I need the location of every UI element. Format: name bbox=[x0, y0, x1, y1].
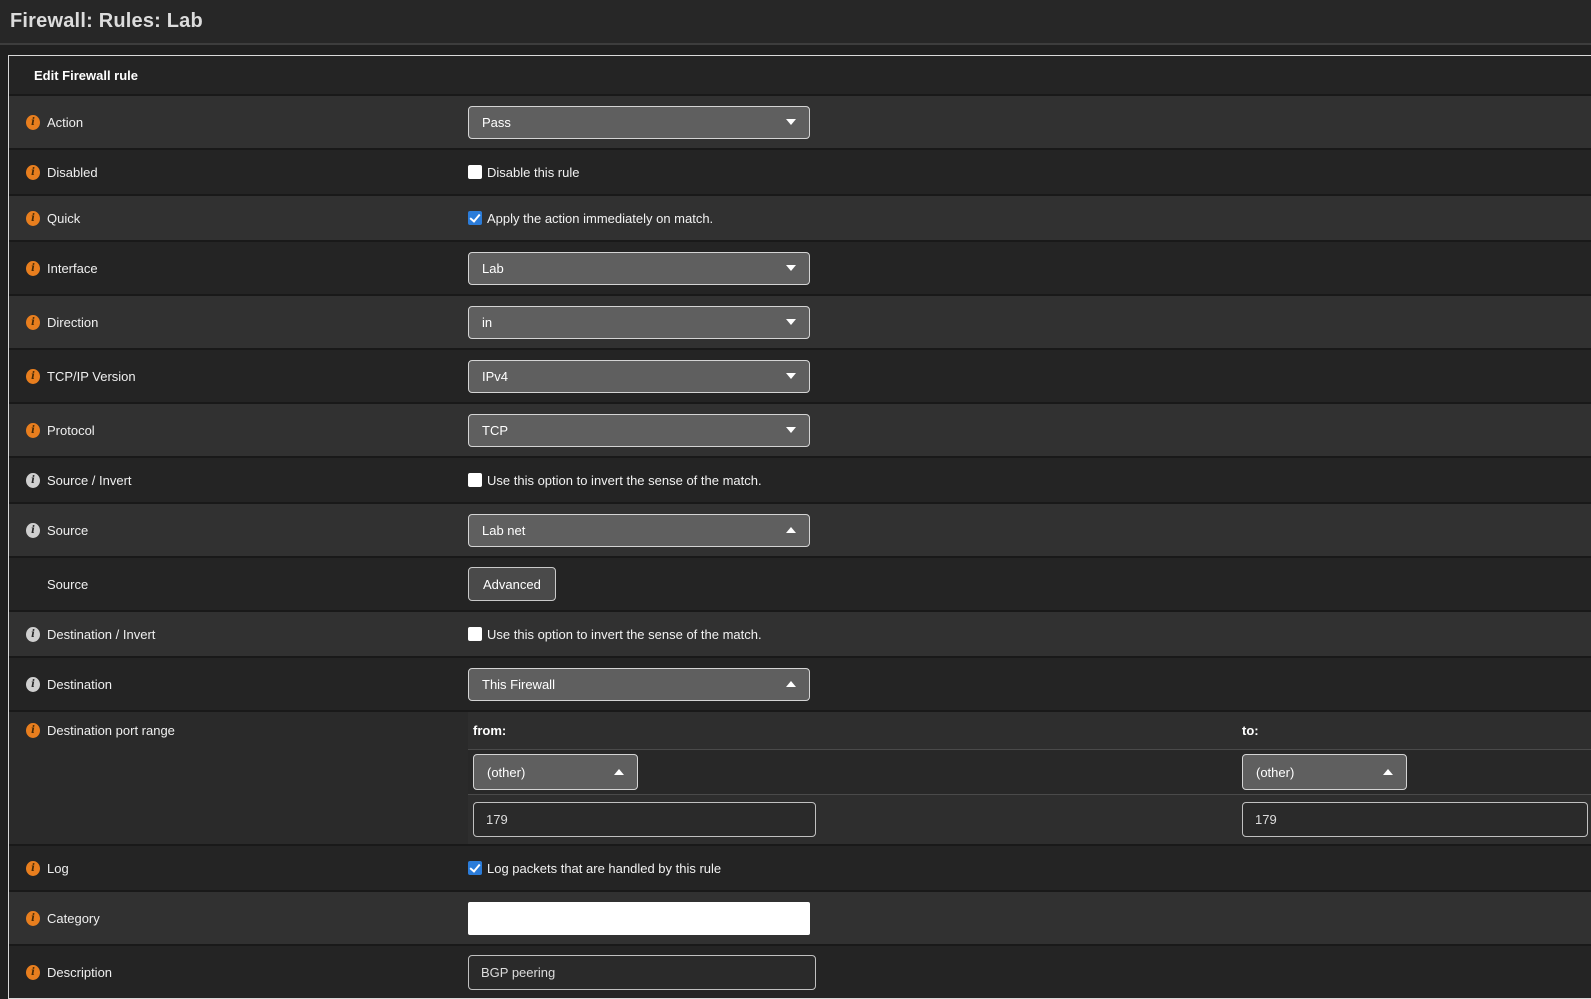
info-icon[interactable] bbox=[26, 261, 40, 276]
page-title: Firewall: Rules: Lab bbox=[10, 10, 203, 33]
disabled-checkbox-label: Disable this rule bbox=[487, 165, 580, 180]
ip-version-select-value: IPv4 bbox=[482, 369, 508, 384]
disabled-checkbox[interactable] bbox=[468, 165, 482, 179]
quick-checkbox[interactable] bbox=[468, 211, 482, 225]
info-icon[interactable] bbox=[26, 315, 40, 330]
field-label-destination-invert: Destination / Invert bbox=[47, 627, 155, 642]
source-advanced-button[interactable]: Advanced bbox=[468, 567, 556, 601]
source-invert-checkbox-label: Use this option to invert the sense of t… bbox=[487, 473, 762, 488]
field-label-interface: Interface bbox=[47, 261, 98, 276]
form-row-direction: Direction in bbox=[9, 294, 1591, 348]
info-icon[interactable] bbox=[26, 115, 40, 130]
info-icon[interactable] bbox=[26, 627, 40, 642]
chevron-up-icon bbox=[786, 527, 796, 533]
info-icon[interactable] bbox=[26, 523, 40, 538]
destination-invert-checkbox-label: Use this option to invert the sense of t… bbox=[487, 627, 762, 642]
panel-title: Edit Firewall rule bbox=[9, 56, 1591, 94]
port-from-input[interactable] bbox=[473, 802, 816, 837]
info-icon[interactable] bbox=[26, 911, 40, 926]
form-row-disabled: Disabled Disable this rule bbox=[9, 148, 1591, 194]
field-label-disabled: Disabled bbox=[47, 165, 98, 180]
category-input[interactable] bbox=[468, 902, 810, 935]
form-row-log: Log Log packets that are handled by this… bbox=[9, 844, 1591, 890]
log-checkbox[interactable] bbox=[468, 861, 482, 875]
field-label-quick: Quick bbox=[47, 211, 80, 226]
description-input[interactable] bbox=[468, 955, 816, 990]
info-icon[interactable] bbox=[26, 211, 40, 226]
chevron-down-icon bbox=[786, 319, 796, 325]
form-row-destination-invert: Destination / Invert Use this option to … bbox=[9, 610, 1591, 656]
port-from-select[interactable]: (other) bbox=[473, 754, 638, 790]
form-row-description: Description bbox=[9, 944, 1591, 998]
protocol-select[interactable]: TCP bbox=[468, 414, 810, 447]
field-label-destination-port-range: Destination port range bbox=[47, 723, 175, 738]
form-row-destination: Destination This Firewall bbox=[9, 656, 1591, 710]
direction-select-value: in bbox=[482, 315, 492, 330]
protocol-select-value: TCP bbox=[482, 423, 508, 438]
field-label-direction: Direction bbox=[47, 315, 98, 330]
chevron-up-icon bbox=[786, 681, 796, 687]
source-select-value: Lab net bbox=[482, 523, 525, 538]
port-to-select-value: (other) bbox=[1256, 765, 1294, 780]
form-row-quick: Quick Apply the action immediately on ma… bbox=[9, 194, 1591, 240]
form-row-source: Source Lab net bbox=[9, 502, 1591, 556]
form-row-source-advanced: Source Advanced bbox=[9, 556, 1591, 610]
destination-select[interactable]: This Firewall bbox=[468, 668, 810, 701]
chevron-down-icon bbox=[786, 373, 796, 379]
log-checkbox-label: Log packets that are handled by this rul… bbox=[487, 861, 721, 876]
destination-select-value: This Firewall bbox=[482, 677, 555, 692]
info-icon[interactable] bbox=[26, 423, 40, 438]
form-row-category: Category bbox=[9, 890, 1591, 944]
port-from-label: from: bbox=[473, 723, 506, 738]
interface-select[interactable]: Lab bbox=[468, 252, 810, 285]
chevron-down-icon bbox=[786, 427, 796, 433]
field-label-source: Source bbox=[47, 523, 88, 538]
source-select[interactable]: Lab net bbox=[468, 514, 810, 547]
interface-select-value: Lab bbox=[482, 261, 504, 276]
edit-firewall-rule-panel: Edit Firewall rule Action Pass Disabled … bbox=[8, 55, 1591, 999]
chevron-down-icon bbox=[786, 119, 796, 125]
quick-checkbox-label: Apply the action immediately on match. bbox=[487, 211, 713, 226]
form-row-action: Action Pass bbox=[9, 94, 1591, 148]
field-label-source-advanced: Source bbox=[47, 577, 88, 592]
info-icon[interactable] bbox=[26, 861, 40, 876]
port-from-select-value: (other) bbox=[487, 765, 525, 780]
info-icon[interactable] bbox=[26, 677, 40, 692]
info-icon[interactable] bbox=[26, 723, 40, 738]
info-icon[interactable] bbox=[26, 473, 40, 488]
field-label-ip-version: TCP/IP Version bbox=[47, 369, 136, 384]
port-to-input[interactable] bbox=[1242, 802, 1588, 837]
form-row-protocol: Protocol TCP bbox=[9, 402, 1591, 456]
info-icon[interactable] bbox=[26, 165, 40, 180]
form-row-destination-port-range: Destination port range from: to: (other)… bbox=[9, 710, 1591, 844]
field-label-source-invert: Source / Invert bbox=[47, 473, 132, 488]
info-icon[interactable] bbox=[26, 965, 40, 980]
info-icon[interactable] bbox=[26, 369, 40, 384]
port-to-select[interactable]: (other) bbox=[1242, 754, 1407, 790]
ip-version-select[interactable]: IPv4 bbox=[468, 360, 810, 393]
field-label-log: Log bbox=[47, 861, 69, 876]
field-label-category: Category bbox=[47, 911, 100, 926]
source-invert-checkbox[interactable] bbox=[468, 473, 482, 487]
field-label-action: Action bbox=[47, 115, 83, 130]
chevron-up-icon bbox=[614, 769, 624, 775]
chevron-up-icon bbox=[1383, 769, 1393, 775]
action-select-value: Pass bbox=[482, 115, 511, 130]
chevron-down-icon bbox=[786, 265, 796, 271]
field-label-destination: Destination bbox=[47, 677, 112, 692]
field-label-protocol: Protocol bbox=[47, 423, 95, 438]
page-header: Firewall: Rules: Lab bbox=[0, 0, 1591, 45]
form-row-interface: Interface Lab bbox=[9, 240, 1591, 294]
port-to-label: to: bbox=[1242, 723, 1259, 738]
destination-invert-checkbox[interactable] bbox=[468, 627, 482, 641]
field-label-description: Description bbox=[47, 965, 112, 980]
form-row-ip-version: TCP/IP Version IPv4 bbox=[9, 348, 1591, 402]
action-select[interactable]: Pass bbox=[468, 106, 810, 139]
form-row-source-invert: Source / Invert Use this option to inver… bbox=[9, 456, 1591, 502]
direction-select[interactable]: in bbox=[468, 306, 810, 339]
